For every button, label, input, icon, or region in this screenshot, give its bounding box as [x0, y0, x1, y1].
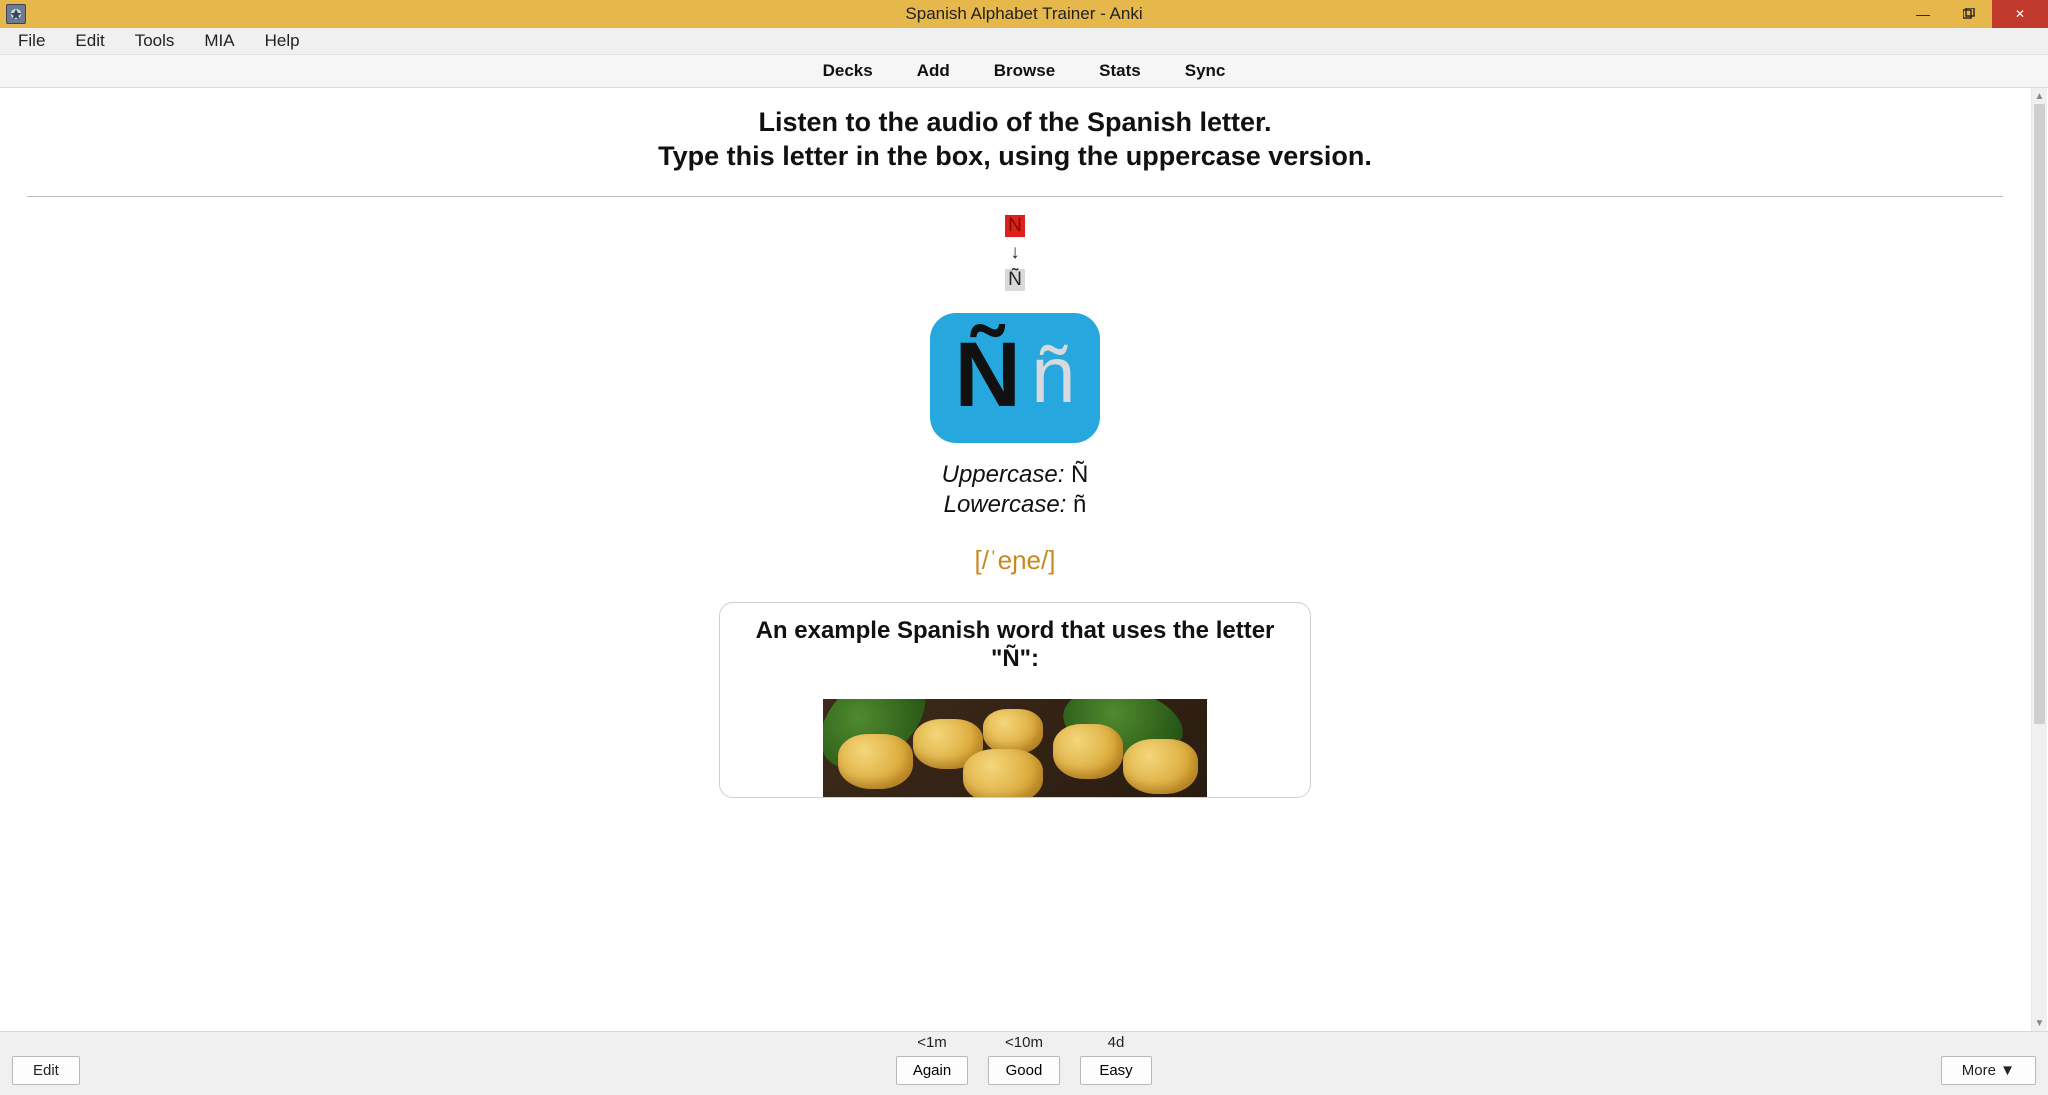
divider	[27, 196, 2003, 197]
toolbar-decks[interactable]: Decks	[819, 57, 877, 85]
vertical-scrollbar[interactable]: ▲ ▼	[2031, 88, 2047, 1031]
big-uppercase: Ñ	[955, 329, 1021, 421]
toolbar-add[interactable]: Add	[913, 57, 954, 85]
menu-mia[interactable]: MIA	[190, 28, 248, 54]
answer-good-button[interactable]: Good	[988, 1056, 1060, 1085]
card-content: Listen to the audio of the Spanish lette…	[0, 88, 2030, 1031]
big-lowercase: ñ	[1031, 335, 1076, 415]
menu-help[interactable]: Help	[251, 28, 314, 54]
answer-easy-time: 4d	[1108, 1034, 1125, 1051]
instruction-line-2: Type this letter in the box, using the u…	[658, 140, 1372, 174]
scroll-down-icon[interactable]: ▼	[2032, 1015, 2047, 1031]
uppercase-label: Uppercase:	[942, 461, 1065, 488]
answer-easy-col: 4d Easy	[1080, 1034, 1152, 1085]
toolbar-browse[interactable]: Browse	[990, 57, 1059, 85]
arrow-down-icon: ↓	[1010, 240, 1020, 267]
app-icon	[6, 4, 26, 24]
instruction-line-1: Listen to the audio of the Spanish lette…	[758, 106, 1271, 140]
lowercase-value: ñ	[1073, 491, 1086, 518]
menu-edit[interactable]: Edit	[61, 28, 118, 54]
answer-again-col: <1m Again	[896, 1034, 968, 1085]
example-image	[823, 699, 1207, 797]
answer-good-col: <10m Good	[988, 1034, 1060, 1085]
ipa-pronunciation: [/ˈeɲe/]	[975, 545, 1056, 576]
titlebar: Spanish Alphabet Trainer - Anki — ✕	[0, 0, 2048, 28]
answer-good-time: <10m	[1005, 1034, 1043, 1051]
answer-buttons: <1m Again <10m Good 4d Easy	[896, 1034, 1152, 1085]
answer-easy-button[interactable]: Easy	[1080, 1056, 1152, 1085]
window-title: Spanish Alphabet Trainer - Anki	[905, 4, 1142, 24]
menu-file[interactable]: File	[4, 28, 59, 54]
typed-wrong: N	[1005, 215, 1025, 237]
toolbar-stats[interactable]: Stats	[1095, 57, 1145, 85]
maximize-button[interactable]	[1946, 0, 1992, 28]
more-button[interactable]: More ▼	[1941, 1056, 2036, 1085]
card-area: Listen to the audio of the Spanish lette…	[0, 88, 2048, 1031]
lowercase-label: Lowercase:	[944, 491, 1067, 518]
toolbar-sync[interactable]: Sync	[1181, 57, 1230, 85]
type-compare: N ↓ Ñ	[1005, 215, 1025, 292]
menubar: File Edit Tools MIA Help	[0, 28, 2048, 55]
minimize-button[interactable]: —	[1900, 0, 1946, 28]
answer-again-time: <1m	[917, 1034, 947, 1051]
window-controls: — ✕	[1900, 0, 2048, 28]
scrollbar-thumb[interactable]	[2034, 104, 2045, 724]
lowercase-line: Lowercase: ñ	[944, 491, 1087, 519]
scroll-up-icon[interactable]: ▲	[2032, 88, 2047, 104]
correct-answer: Ñ	[1005, 269, 1025, 291]
uppercase-value: Ñ	[1071, 461, 1088, 488]
menu-tools[interactable]: Tools	[121, 28, 189, 54]
example-box: An example Spanish word that uses the le…	[719, 602, 1311, 798]
example-title: An example Spanish word that uses the le…	[740, 617, 1290, 673]
bottom-bar: Edit <1m Again <10m Good 4d Easy More ▼	[0, 1031, 2048, 1095]
edit-button[interactable]: Edit	[12, 1056, 80, 1085]
letter-card: Ñ ñ	[930, 313, 1100, 443]
uppercase-line: Uppercase: Ñ	[942, 461, 1089, 489]
answer-again-button[interactable]: Again	[896, 1056, 968, 1085]
close-button[interactable]: ✕	[1992, 0, 2048, 28]
toolbar: Decks Add Browse Stats Sync	[0, 55, 2048, 88]
